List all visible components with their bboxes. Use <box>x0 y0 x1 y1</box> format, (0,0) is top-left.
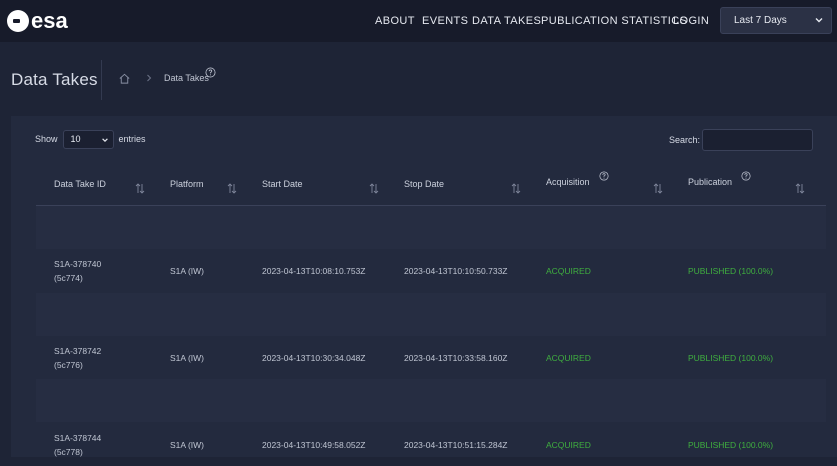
search-input[interactable] <box>702 129 813 151</box>
time-range-select[interactable]: Last 7 Days <box>720 7 832 34</box>
help-icon[interactable] <box>741 171 751 181</box>
sort-icon[interactable] <box>369 183 379 194</box>
nav-login[interactable]: LOGIN <box>673 15 709 27</box>
table-row[interactable] <box>36 336 826 379</box>
sort-icon[interactable] <box>511 183 521 194</box>
column-header-stop-date[interactable]: Stop Date <box>404 179 444 189</box>
chevron-down-icon <box>815 18 823 23</box>
table-row[interactable] <box>36 379 826 422</box>
table-row[interactable] <box>36 206 826 249</box>
esa-logo[interactable]: esa <box>7 10 68 32</box>
nav-publication-statistics[interactable]: PUBLICATION STATISTICS <box>541 15 687 27</box>
show-label: Show <box>35 134 58 144</box>
sort-icon[interactable] <box>135 183 145 194</box>
sort-icon[interactable] <box>227 183 237 194</box>
column-header-data-take-id[interactable]: Data Take ID <box>54 179 106 189</box>
top-navigation-bar: esa ABOUT EVENTS DATA TAKES PUBLICATION … <box>0 0 837 42</box>
chevron-right-icon <box>147 74 152 82</box>
nav-events[interactable]: EVENTS <box>422 15 468 27</box>
table-row[interactable] <box>36 249 826 292</box>
entries-select[interactable]: 10 <box>62 129 114 149</box>
time-range-value: Last 7 Days <box>734 15 787 26</box>
column-header-start-date[interactable]: Start Date <box>262 179 303 189</box>
column-header-acquisition[interactable]: Acquisition <box>546 177 590 187</box>
column-header-publication[interactable]: Publication <box>688 177 732 187</box>
table-row[interactable] <box>36 293 826 336</box>
column-header-platform[interactable]: Platform <box>170 179 204 189</box>
page-title: Data Takes <box>11 70 98 89</box>
logo-text: esa <box>31 8 68 33</box>
search-label: Search: <box>669 135 701 145</box>
esa-logo-mark-icon <box>7 10 29 32</box>
entries-label: entries <box>118 134 146 144</box>
entries-value: 10 <box>70 134 81 144</box>
sort-icon[interactable] <box>653 183 663 194</box>
entries-control: Show 10 entries <box>35 129 146 149</box>
breadcrumb-current: Data Takes <box>164 73 209 83</box>
nav-about[interactable]: ABOUT <box>375 15 415 27</box>
help-icon[interactable] <box>599 171 609 181</box>
nav-data-takes[interactable]: DATA TAKES <box>472 15 541 27</box>
chevron-down-icon <box>101 137 108 142</box>
table-row[interactable] <box>36 423 826 466</box>
title-divider <box>101 60 102 100</box>
home-icon[interactable] <box>118 72 131 85</box>
help-icon[interactable] <box>205 67 216 78</box>
sort-icon[interactable] <box>795 183 805 194</box>
breadcrumb: Data Takes <box>118 71 209 85</box>
